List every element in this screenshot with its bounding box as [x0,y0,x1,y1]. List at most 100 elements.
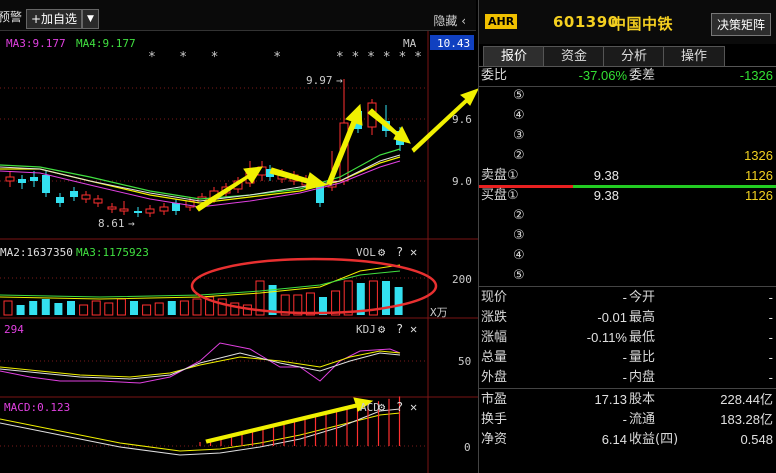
stat-row: 总量 - 量比 - [479,348,776,368]
stat-value: 0.548 [740,432,773,447]
stat-label: 股本 [629,392,656,407]
weibi-label: 委比 [481,68,508,83]
vol-axis-label: 200 [452,273,472,286]
buy-level-label: 买盘① [481,188,519,203]
stat-value: - [768,330,773,345]
sell-row: 卖盘① 9.38 1126 [479,166,776,186]
kline-chart-area[interactable]: MA3:9.177 MA4:9.177 MA * * * * * * * * *… [0,31,478,473]
ma-label: MA [403,37,417,50]
buy-row: ② [479,206,776,226]
sell-price: 9.38 [593,168,619,183]
stat-value: - [622,350,627,365]
weibi-value: -37.06% [578,68,627,83]
weicha-label: 委差 [629,68,656,83]
sell-level-label: 卖盘① [481,168,519,183]
buy-row: ④ [479,246,776,266]
stat-row: 涨跌 -0.01 最高 - [479,308,776,328]
buy-level-label: ④ [513,248,525,263]
buy-price: 9.38 [593,188,619,203]
current-price-tag: 10.43 [437,37,470,50]
stat-label: 市盈 [481,392,508,407]
add-watchlist-button[interactable]: +加自选 [26,9,83,29]
stat-label: 外盘 [481,370,508,385]
stat-label: 最低 [629,330,656,345]
sell-volume: 1126 [745,168,773,183]
tab-operation[interactable]: 操作 [663,46,725,66]
decision-matrix-button[interactable]: 决策矩阵 [710,13,771,36]
stat-value: - [768,310,773,325]
tab-funds[interactable]: 资金 [543,46,605,66]
stat-value: - [622,370,627,385]
buy-volume: 1126 [745,188,773,203]
close-icon[interactable]: ✕ [410,245,417,259]
watchlist-dropdown-icon[interactable]: ▼ [82,9,99,29]
help-icon[interactable]: ? [396,245,403,259]
kdj-name: KDJ [356,323,376,336]
sell-row: ④ [479,106,776,126]
buy-row: 买盘① 9.38 1126 [479,186,776,206]
stock-name: 中国中铁 [611,15,674,33]
stat-label: 流通 [629,412,656,427]
high-marker: 9.97 [306,74,333,87]
svg-text:→: → [128,217,135,230]
stat-row: 外盘 - 内盘 - [479,368,776,388]
chart-toolbar: 预警 +加自选 ▼ 隐藏 ‹ [0,0,476,31]
buy-level-label: ② [513,208,525,223]
stat-label: 总量 [481,350,508,365]
settings-icon[interactable]: ⚙ [378,245,386,259]
stat-value: - [768,290,773,305]
fundamental-row: 换手 - 流通 183.28亿 [479,410,776,430]
hide-panel-button[interactable]: 隐藏 ‹ [433,12,466,29]
vol-unit: X万 [430,306,448,319]
settings-icon[interactable]: ⚙ [378,400,386,414]
alert-button[interactable]: 预警 [0,8,22,25]
macd-axis-label: 0 [464,441,471,454]
sell-level-label: ⑤ [513,88,525,103]
kdj-axis-label: 50 [458,355,471,368]
weicha-value: -1326 [739,68,773,83]
stat-value: 6.14 [601,432,627,447]
sell-row: ⑤ [479,86,776,106]
settings-icon[interactable]: ⚙ [378,322,386,336]
stat-label: 涨跌 [481,310,508,325]
stat-row: 现价 - 今开 - [479,288,776,308]
stock-code: 601390 [553,13,619,31]
volume-bars [0,264,403,316]
buy-row: ⑤ [479,266,776,286]
close-icon[interactable]: ✕ [410,400,417,414]
stat-label: 量比 [629,350,656,365]
help-icon[interactable]: ? [396,322,403,336]
stat-value: 183.28亿 [720,412,773,427]
buy-row: ③ [479,226,776,246]
stat-value: - [768,350,773,365]
macd-legend: MACD:0.123 [4,401,70,414]
stat-value: 228.44亿 [720,392,773,407]
stat-row: 涨幅 -0.11% 最低 - [479,328,776,348]
sell-row: ② 1326 [479,146,776,166]
tab-quote[interactable]: 报价 [483,46,545,66]
vol-name: VOL [356,246,376,259]
stat-label: 涨幅 [481,330,508,345]
kdj-lines [0,342,401,384]
stat-value: 17.13 [594,392,627,407]
ahr-badge[interactable]: AHR [485,14,518,29]
vol-ma2-legend: MA2:1637350 [0,246,73,259]
price-label: 9.6 [452,113,472,126]
signal-stars: * * * * * * * * * * [148,50,422,65]
svg-text:→: → [336,74,343,87]
stat-label: 现价 [481,290,508,305]
help-icon[interactable]: ? [396,400,403,414]
macd-name: ACD [360,401,380,414]
stat-label: 收益(四) [629,432,679,447]
sell-level-label: ③ [513,128,525,143]
ma3-legend: MA3:9.177 [6,37,66,50]
stat-value: -0.11% [586,330,627,345]
fundamental-row: 净资 6.14 收益(四) 0.548 [479,430,776,450]
quote-panel: AHR 601390 中国中铁 决策矩阵 报价 资金 分析 操作 委比 -37.… [478,0,776,473]
kdj-legend: 294 [4,323,24,336]
stat-value: - [768,370,773,385]
vol-ma3-legend: MA3:1175923 [76,246,149,259]
weibi-row: 委比 -37.06% 委差 -1326 [479,66,776,86]
close-icon[interactable]: ✕ [410,322,417,336]
tab-analysis[interactable]: 分析 [603,46,665,66]
